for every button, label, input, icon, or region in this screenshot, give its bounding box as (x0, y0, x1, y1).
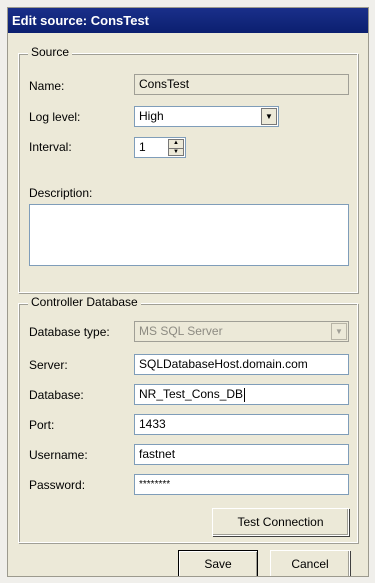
description-textarea[interactable] (29, 204, 349, 266)
server-label: Server: (29, 358, 68, 372)
username-input[interactable]: fastnet (134, 444, 349, 465)
password-input[interactable]: ******** (134, 474, 349, 495)
loglevel-value: High (139, 109, 164, 123)
name-field[interactable]: ConsTest (134, 74, 349, 95)
password-label: Password: (29, 478, 86, 492)
save-button[interactable]: Save (178, 550, 258, 576)
database-value: NR_Test_Cons_DB (139, 387, 244, 401)
controller-group-label: Controller Database (28, 295, 141, 309)
name-label: Name: (29, 79, 65, 93)
controller-database-group: Controller Database Database type: MS SQ… (18, 295, 358, 543)
chevron-down-icon[interactable]: ▼ (261, 108, 277, 125)
dbtype-value: MS SQL Server (139, 324, 223, 338)
spin-down-icon[interactable]: ▼ (169, 149, 183, 157)
username-label: Username: (29, 448, 88, 462)
dbtype-label: Database type: (29, 325, 110, 339)
chevron-down-icon[interactable]: ▼ (331, 323, 347, 340)
loglevel-label: Log level: (29, 110, 81, 124)
description-label: Description: (29, 186, 93, 200)
dbtype-select[interactable]: MS SQL Server ▼ (134, 321, 349, 342)
interval-value: 1 (139, 140, 146, 154)
edit-source-dialog: Edit source: ConsTest Source Name: ConsT… (7, 7, 369, 577)
database-input[interactable]: NR_Test_Cons_DB (134, 384, 349, 405)
database-label: Database: (29, 388, 84, 402)
port-input[interactable]: 1433 (134, 414, 349, 435)
port-label: Port: (29, 418, 55, 432)
interval-spinner[interactable]: ▲ ▼ (168, 139, 184, 156)
text-caret (244, 387, 246, 402)
interval-stepper[interactable]: 1 ▲ ▼ (134, 137, 186, 158)
server-input[interactable]: SQLDatabaseHost.domain.com (134, 354, 349, 375)
loglevel-select[interactable]: High ▼ (134, 106, 279, 127)
interval-label: Interval: (29, 140, 72, 154)
source-group: Source Name: ConsTest Log level: High ▼ … (18, 45, 358, 293)
test-connection-button[interactable]: Test Connection (212, 508, 349, 536)
source-group-label: Source (28, 45, 73, 59)
cancel-button[interactable]: Cancel (270, 550, 350, 576)
window-title: Edit source: ConsTest (8, 8, 368, 33)
